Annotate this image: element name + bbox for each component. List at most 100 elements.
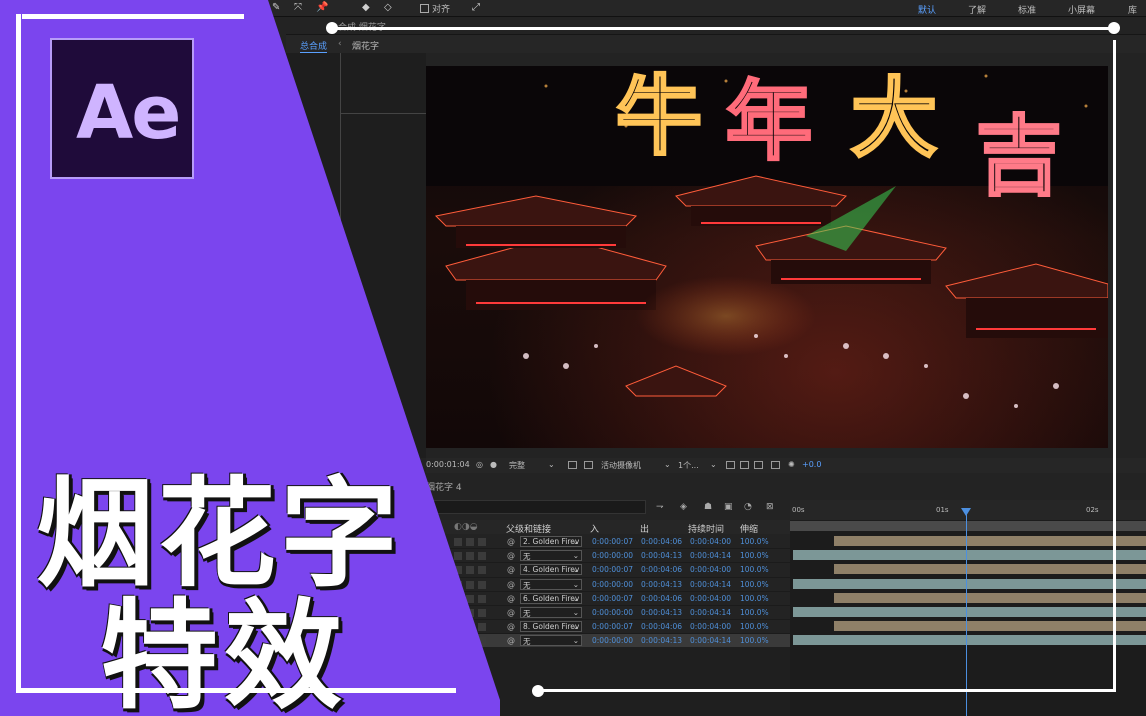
- current-time-indicator[interactable]: [966, 508, 967, 716]
- workspace-tab-small-screen[interactable]: 小屏幕: [1068, 3, 1095, 16]
- stretch-value[interactable]: 100.0%: [740, 622, 769, 631]
- parent-select[interactable]: 2. Golden Firev ⌄: [520, 536, 582, 547]
- frame-line-right: [1113, 40, 1116, 692]
- stretch-value[interactable]: 100.0%: [740, 636, 769, 645]
- motion-blur-icon[interactable]: ◈: [680, 502, 687, 512]
- stretch-value[interactable]: 100.0%: [740, 594, 769, 603]
- out-point[interactable]: 0:00:04:06: [641, 565, 682, 574]
- pickwhip-icon[interactable]: @: [507, 622, 515, 631]
- frame-blending-icon[interactable]: ▣: [724, 502, 733, 512]
- layer-track-bar[interactable]: [834, 621, 1146, 632]
- chevron-down-icon: ⌄: [572, 636, 579, 646]
- pickwhip-icon[interactable]: @: [507, 565, 515, 574]
- parent-select[interactable]: 4. Golden Firev ⌄: [520, 564, 582, 576]
- pickwhip-icon[interactable]: @: [507, 636, 515, 645]
- out-point[interactable]: 0:00:04:13: [641, 551, 682, 560]
- pickwhip-icon[interactable]: @: [507, 580, 515, 589]
- chevron-down-icon: ⌄: [572, 607, 579, 617]
- duration-value[interactable]: 0:00:04:00: [690, 622, 731, 631]
- workspace-tab-standard[interactable]: 标准: [1018, 3, 1036, 16]
- transparency-grid-icon[interactable]: [584, 461, 593, 469]
- viewer-controls: 0:00:01:04 ◎ ● 完整 ⌄ 活动摄像机 ⌄ 1个... ⌄ ✺ +0…: [426, 458, 1146, 473]
- column-stretch[interactable]: 伸缩: [740, 522, 758, 535]
- out-point[interactable]: 0:00:04:06: [641, 622, 682, 631]
- duration-value[interactable]: 0:00:04:14: [690, 608, 731, 617]
- duration-value[interactable]: 0:00:04:14: [690, 551, 731, 560]
- pickwhip-icon[interactable]: @: [507, 608, 515, 617]
- parent-select[interactable]: 8. Golden Firev ⌄: [520, 621, 582, 633]
- in-point[interactable]: 0:00:00:00: [592, 608, 633, 617]
- workspace-tab-learn[interactable]: 了解: [968, 3, 986, 16]
- flowchart-icon[interactable]: [754, 461, 763, 469]
- column-in[interactable]: 入: [590, 522, 599, 535]
- fast-preview-icon[interactable]: [726, 461, 735, 469]
- timeline-icon[interactable]: [740, 461, 749, 469]
- layer-track-bar[interactable]: [793, 607, 1146, 617]
- stretch-value[interactable]: 100.0%: [740, 565, 769, 574]
- in-point[interactable]: 0:00:00:07: [592, 622, 633, 631]
- duration-value[interactable]: 0:00:04:14: [690, 636, 731, 645]
- firework-char-1: 牛: [616, 66, 702, 167]
- column-parent[interactable]: 父级和链接: [506, 522, 551, 535]
- duration-value[interactable]: 0:00:04:14: [690, 580, 731, 589]
- in-point[interactable]: 0:00:00:07: [592, 594, 633, 603]
- comp-flowchart-icon[interactable]: [771, 461, 780, 469]
- playhead-icon[interactable]: [961, 508, 971, 516]
- frame-line-bottom-right: [538, 689, 1116, 692]
- chevron-down-icon: ⌄: [710, 460, 717, 469]
- parent-select[interactable]: 无 ⌄: [520, 606, 582, 618]
- duration-value[interactable]: 0:00:04:00: [690, 565, 731, 574]
- resolution-select[interactable]: 完整: [509, 460, 525, 471]
- chevron-down-icon: ⌄: [664, 460, 671, 469]
- camera-select[interactable]: 活动摄像机: [601, 460, 641, 471]
- graph-editor-icon[interactable]: ⇁: [656, 502, 664, 512]
- in-point[interactable]: 0:00:00:00: [592, 551, 633, 560]
- out-point[interactable]: 0:00:04:13: [641, 608, 682, 617]
- workspace-tab-default[interactable]: 默认: [918, 3, 936, 16]
- pickwhip-icon[interactable]: @: [507, 594, 515, 603]
- layer-track-bar[interactable]: [793, 550, 1146, 561]
- composition-viewer[interactable]: 牛 年 大 吉: [426, 66, 1108, 448]
- layer-track-bar[interactable]: [793, 635, 1146, 646]
- in-point[interactable]: 0:00:00:00: [592, 636, 633, 645]
- parent-value: 无: [523, 637, 531, 647]
- region-of-interest-icon[interactable]: [568, 461, 577, 469]
- layer-track-bar[interactable]: [834, 564, 1146, 575]
- duration-value[interactable]: 0:00:04:00: [690, 537, 731, 546]
- workspace-tab-library[interactable]: 库: [1128, 3, 1137, 16]
- chevron-down-icon: ⌄: [572, 579, 579, 589]
- out-point[interactable]: 0:00:04:13: [641, 580, 682, 589]
- stretch-value[interactable]: 100.0%: [740, 580, 769, 589]
- layer-track-bar[interactable]: [834, 536, 1146, 546]
- out-point[interactable]: 0:00:04:06: [641, 594, 682, 603]
- pickwhip-icon[interactable]: @: [507, 551, 515, 560]
- layer-track-bar[interactable]: [793, 578, 1146, 589]
- in-point[interactable]: 0:00:00:00: [592, 580, 633, 589]
- layer-track-bar[interactable]: [834, 592, 1146, 603]
- column-duration[interactable]: 持续时间: [688, 522, 724, 535]
- in-point[interactable]: 0:00:00:07: [592, 537, 633, 546]
- parent-select[interactable]: 无 ⌄: [520, 635, 582, 647]
- duration-value[interactable]: 0:00:04:00: [690, 594, 731, 603]
- view-layout-select[interactable]: 1个...: [678, 460, 699, 471]
- parent-value: 2. Golden Firev: [523, 537, 580, 546]
- draft-3d-icon[interactable]: ☗: [704, 502, 712, 512]
- parent-value: 无: [523, 552, 531, 562]
- shy-layers-icon[interactable]: ◔: [744, 502, 752, 512]
- stretch-value[interactable]: 100.0%: [740, 608, 769, 617]
- stretch-value[interactable]: 100.0%: [740, 551, 769, 560]
- parent-select[interactable]: 6. Golden Firev ⌄: [520, 592, 582, 604]
- parent-select[interactable]: 无 ⌄: [520, 578, 582, 590]
- parent-select[interactable]: 无 ⌄: [520, 550, 582, 562]
- timeline-tracks[interactable]: 00s 01s 02s: [790, 500, 1146, 716]
- out-point[interactable]: 0:00:04:13: [641, 636, 682, 645]
- column-out[interactable]: 出: [640, 522, 649, 535]
- work-area-bar[interactable]: [790, 521, 1146, 531]
- exposure-icon[interactable]: ✺: [788, 460, 795, 469]
- pickwhip-icon[interactable]: @: [507, 537, 515, 546]
- graph-curve-icon[interactable]: ⊠: [766, 502, 774, 512]
- out-point[interactable]: 0:00:04:06: [641, 537, 682, 546]
- stretch-value[interactable]: 100.0%: [740, 537, 769, 546]
- in-point[interactable]: 0:00:00:07: [592, 565, 633, 574]
- exposure-value[interactable]: +0.0: [802, 460, 821, 469]
